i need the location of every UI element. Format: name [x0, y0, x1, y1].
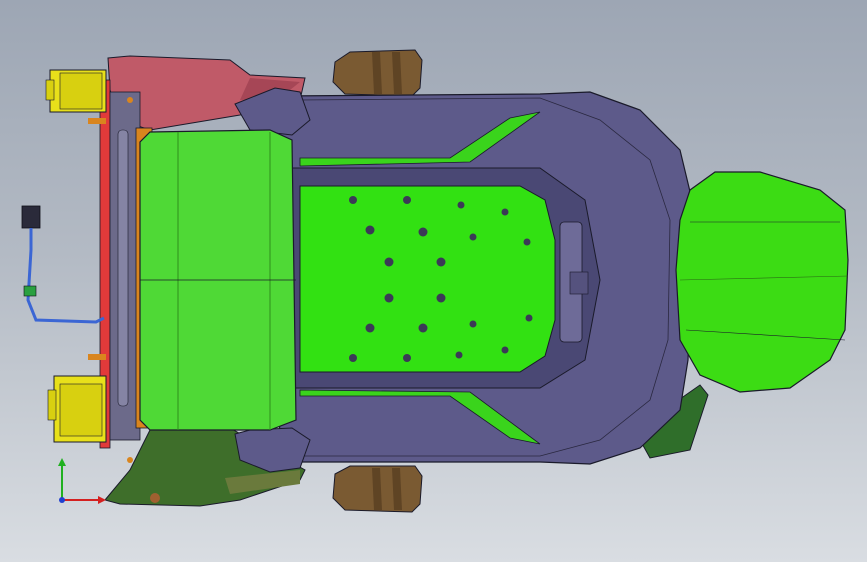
yellow-bracket-top[interactable]	[45, 69, 107, 113]
wire-harness[interactable]	[21, 205, 105, 324]
yellow-bracket-bottom[interactable]	[47, 375, 107, 443]
seat-assembly-model[interactable]	[0, 0, 867, 562]
cad-graphics-viewport[interactable]	[0, 0, 867, 562]
top-mount-pads[interactable]	[332, 49, 423, 97]
bottom-mount-pads[interactable]	[332, 465, 423, 513]
headrest[interactable]	[675, 171, 849, 393]
axis-triad	[58, 458, 106, 504]
seat-cushion[interactable]	[299, 185, 556, 373]
